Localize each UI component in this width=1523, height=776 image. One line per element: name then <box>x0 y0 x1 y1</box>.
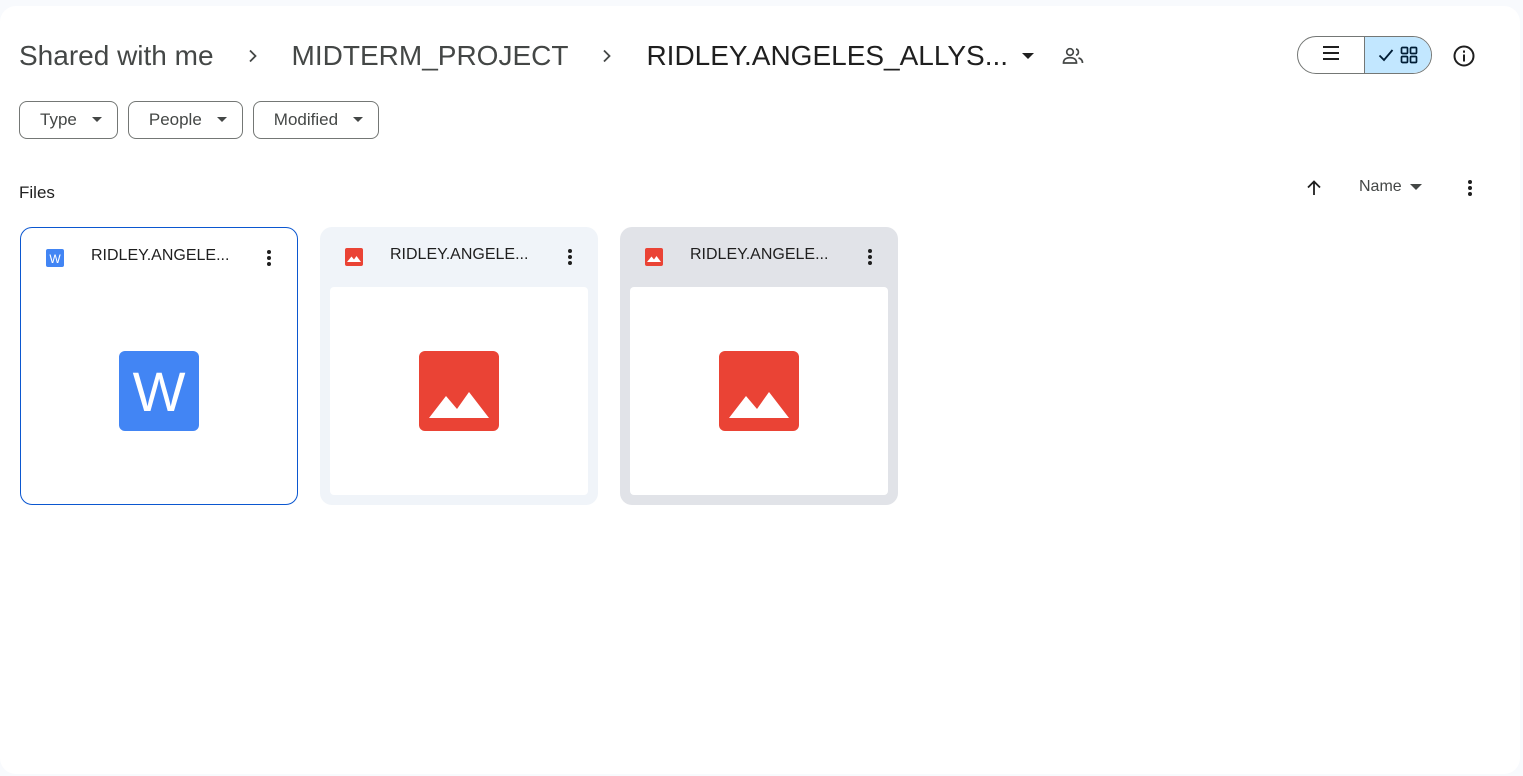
more-vert-icon[interactable] <box>257 246 281 270</box>
people-icon[interactable] <box>1060 43 1086 69</box>
filter-type-chip[interactable]: Type <box>19 101 118 139</box>
file-name: RIDLEY.ANGELE... <box>390 246 529 263</box>
word-doc-icon: W <box>45 248 65 268</box>
breadcrumb-shared-with-me[interactable]: Shared with me <box>19 40 214 72</box>
chip-label: Type <box>40 110 77 129</box>
list-view-button[interactable] <box>1298 37 1364 73</box>
word-doc-icon: W <box>119 351 199 431</box>
svg-text:W: W <box>133 360 186 423</box>
more-vert-icon[interactable] <box>1458 176 1482 200</box>
list-icon <box>1321 45 1341 66</box>
breadcrumb-midterm-project[interactable]: MIDTERM_PROJECT <box>292 40 569 72</box>
caret-down-icon[interactable] <box>1016 44 1040 68</box>
breadcrumb: Shared with me MIDTERM_PROJECT RIDLEY.AN… <box>19 34 1086 78</box>
file-thumbnail: W <box>30 287 288 495</box>
files-section-label: Files <box>19 183 55 202</box>
grid-view-button[interactable] <box>1364 37 1431 73</box>
grid-icon <box>1400 46 1418 64</box>
info-icon[interactable] <box>1449 41 1479 71</box>
more-vert-icon[interactable] <box>858 245 882 269</box>
filter-chips: Type People Modified <box>19 101 380 139</box>
svg-text:W: W <box>49 252 61 266</box>
check-icon <box>1378 48 1394 62</box>
image-icon <box>644 247 664 267</box>
arrow-up-icon[interactable] <box>1300 174 1328 202</box>
more-vert-icon[interactable] <box>558 245 582 269</box>
image-icon <box>344 247 364 267</box>
image-icon <box>419 351 499 431</box>
file-thumbnail <box>630 287 888 495</box>
caret-down-icon <box>91 114 103 126</box>
image-icon <box>719 351 799 431</box>
sort-by-name-button[interactable]: Name <box>1359 178 1422 196</box>
main-panel: Shared with me MIDTERM_PROJECT RIDLEY.AN… <box>0 6 1520 774</box>
view-toggle <box>1297 36 1432 74</box>
file-card[interactable]: W RIDLEY.ANGELE... W <box>20 227 298 505</box>
file-thumbnail <box>330 287 588 495</box>
filter-modified-chip[interactable]: Modified <box>252 101 380 139</box>
chip-label: Modified <box>273 110 339 129</box>
filter-people-chip[interactable]: People <box>127 101 243 139</box>
chip-label: People <box>148 110 202 129</box>
file-card[interactable]: RIDLEY.ANGELE... <box>620 227 898 505</box>
sort-label: Name <box>1359 178 1402 195</box>
chevron-right-icon <box>242 45 264 67</box>
file-name: RIDLEY.ANGELE... <box>690 246 829 263</box>
file-name: RIDLEY.ANGELE... <box>91 247 230 264</box>
caret-down-icon <box>1409 183 1422 191</box>
caret-down-icon <box>216 114 228 126</box>
file-card[interactable]: RIDLEY.ANGELE... <box>320 227 598 505</box>
caret-down-icon <box>352 114 364 126</box>
breadcrumb-current-folder[interactable]: RIDLEY.ANGELES_ALLYS... <box>646 40 1008 72</box>
chevron-right-icon <box>596 45 618 67</box>
